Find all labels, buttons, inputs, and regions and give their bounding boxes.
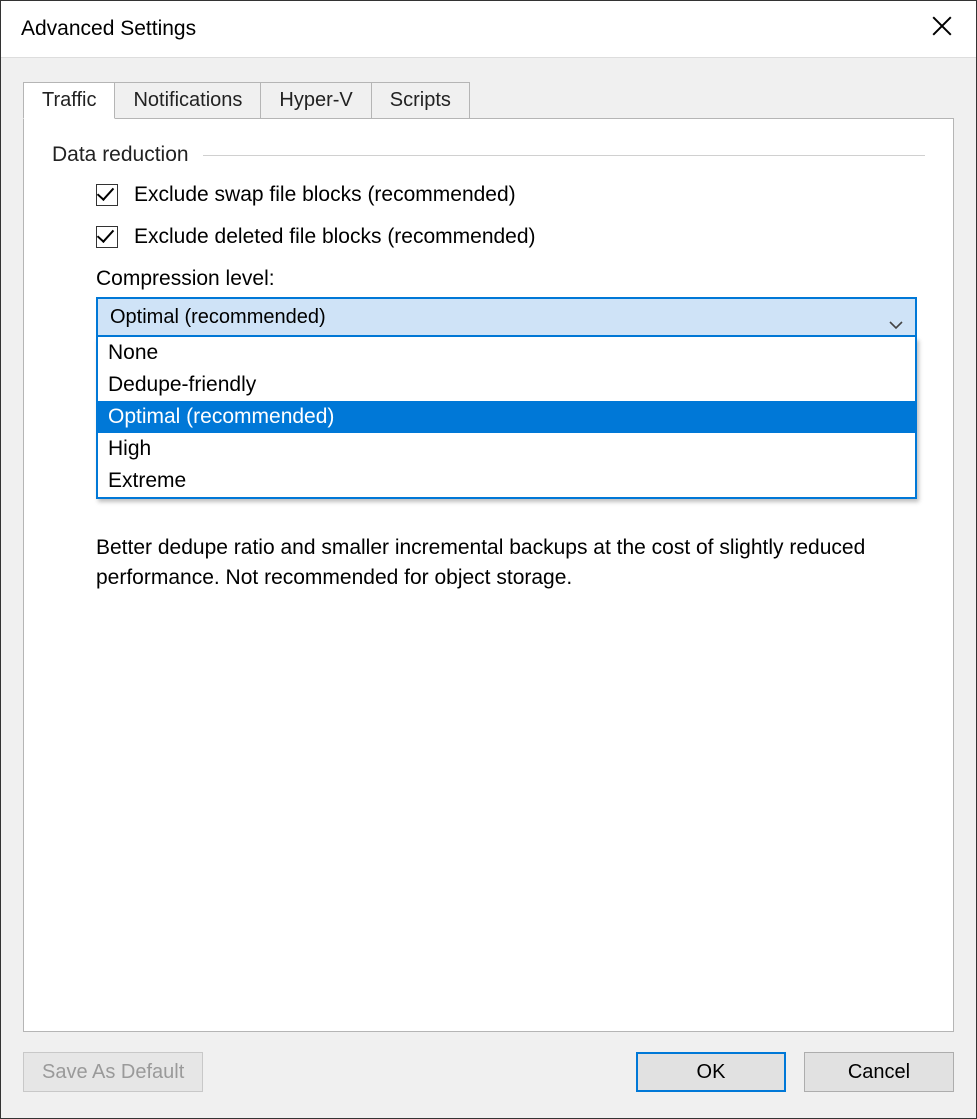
compression-option-extreme[interactable]: Extreme — [98, 465, 915, 497]
client-area: Traffic Notifications Hyper-V Scripts Da… — [1, 57, 976, 1118]
close-button[interactable] — [914, 9, 970, 49]
titlebar: Advanced Settings — [1, 1, 976, 57]
tab-notifications[interactable]: Notifications — [115, 82, 261, 119]
chevron-down-icon — [889, 313, 903, 336]
advanced-settings-window: Advanced Settings Traffic Notifications … — [0, 0, 977, 1119]
tab-panel-traffic: Data reduction Exclude swap file blocks … — [23, 118, 954, 1032]
checkbox-label: Exclude deleted file blocks (recommended… — [134, 225, 536, 249]
checkbox-exclude-swap[interactable]: Exclude swap file blocks (recommended) — [96, 183, 925, 207]
group-label: Data reduction — [52, 143, 203, 167]
close-icon — [931, 15, 953, 43]
compression-label: Compression level: — [96, 267, 925, 291]
checkbox-icon — [96, 226, 118, 248]
checkbox-label: Exclude swap file blocks (recommended) — [134, 183, 516, 207]
compression-option-high[interactable]: High — [98, 433, 915, 465]
tab-traffic[interactable]: Traffic — [23, 82, 115, 119]
checkbox-icon — [96, 184, 118, 206]
compression-option-optimal[interactable]: Optimal (recommended) — [98, 401, 915, 433]
compression-combo-wrap: Optimal (recommended) None Dedupe-friend… — [96, 297, 917, 337]
ok-button[interactable]: OK — [636, 1052, 786, 1092]
dialog-button-row: Save As Default OK Cancel — [1, 1044, 976, 1118]
compression-selected: Optimal (recommended) — [110, 306, 326, 329]
group-data-reduction: Data reduction — [52, 143, 925, 167]
compression-option-dedupe-friendly[interactable]: Dedupe-friendly — [98, 369, 915, 401]
compression-combo[interactable]: Optimal (recommended) — [96, 297, 917, 337]
checkbox-exclude-deleted[interactable]: Exclude deleted file blocks (recommended… — [96, 225, 925, 249]
cancel-button[interactable]: Cancel — [804, 1052, 954, 1092]
tab-scripts[interactable]: Scripts — [372, 82, 470, 119]
compression-dropdown[interactable]: None Dedupe-friendly Optimal (recommende… — [96, 337, 917, 499]
save-as-default-button: Save As Default — [23, 1052, 203, 1092]
group-divider — [203, 155, 925, 156]
tab-hyper-v[interactable]: Hyper-V — [261, 82, 371, 119]
tabstrip: Traffic Notifications Hyper-V Scripts — [23, 78, 954, 118]
compression-option-none[interactable]: None — [98, 337, 915, 369]
window-title: Advanced Settings — [21, 17, 914, 41]
compression-helper-text: Better dedupe ratio and smaller incremen… — [96, 533, 917, 593]
